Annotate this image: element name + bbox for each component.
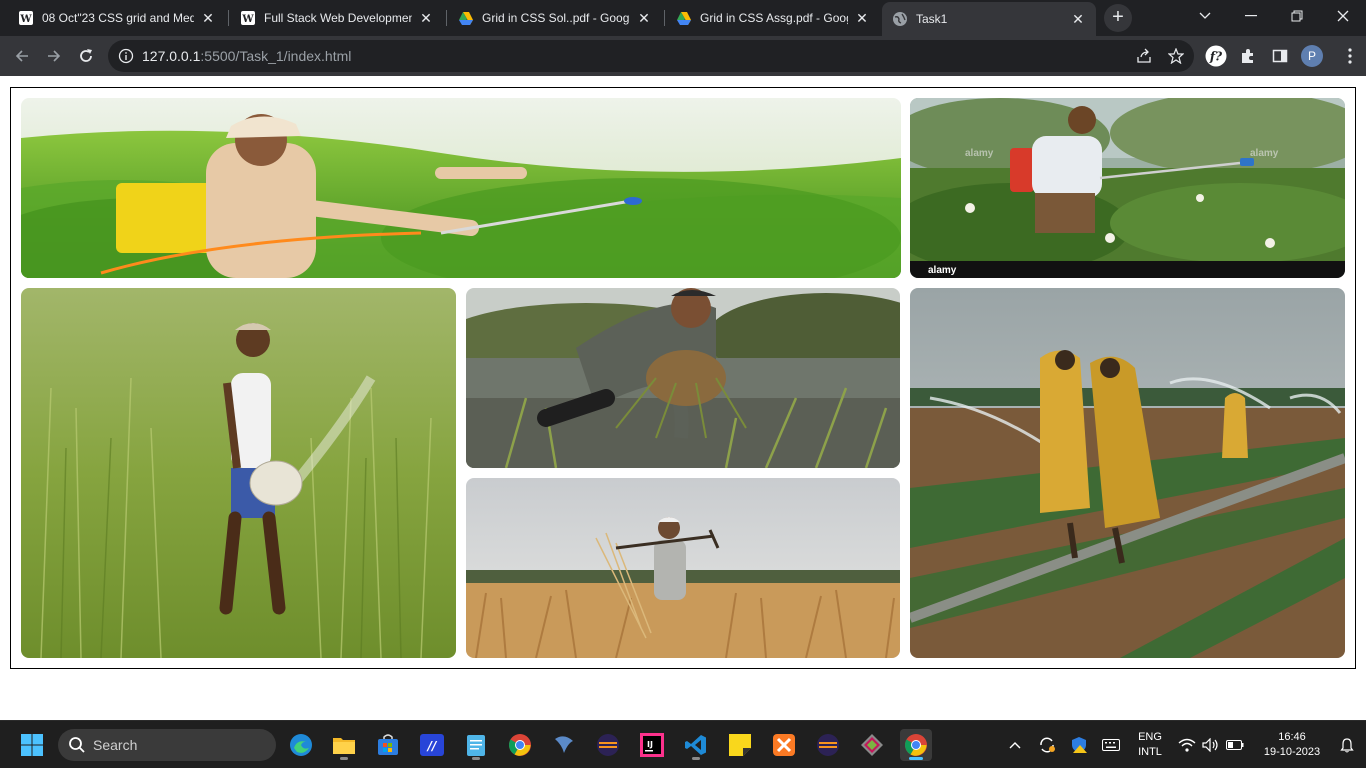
close-icon[interactable]: ✕	[200, 10, 216, 26]
watermark-text: alamy	[965, 148, 994, 159]
intellij-icon[interactable]: IJ	[636, 729, 668, 761]
edge-icon[interactable]	[285, 729, 317, 761]
tab-title: Task1	[916, 12, 948, 26]
sync-icon[interactable]	[1038, 736, 1056, 754]
watermark-text: alamy	[1250, 148, 1279, 159]
url-host: 127.0.0.1	[142, 48, 201, 64]
browser-toolbar: 127.0.0.1:5500/Task_1/index.html f? P	[0, 36, 1366, 76]
chrome-icon[interactable]	[504, 729, 536, 761]
extension-fonts-icon[interactable]: f?	[1204, 44, 1228, 68]
google-drive-icon	[676, 10, 692, 26]
close-icon[interactable]: ✕	[636, 10, 652, 26]
store-icon[interactable]	[372, 729, 404, 761]
reload-icon[interactable]	[72, 42, 100, 70]
back-arrow-icon[interactable]	[8, 42, 36, 70]
app-icon[interactable]: //	[416, 729, 448, 761]
tab-separator	[664, 10, 665, 26]
running-indicator	[472, 757, 480, 760]
share-icon[interactable]	[1136, 48, 1152, 64]
taskbar: Search // IJ ENG INTL 16:46 19-10-2023	[0, 720, 1366, 768]
watermark-text: alamy	[928, 265, 957, 276]
file-explorer-icon[interactable]	[328, 729, 360, 761]
wordpress-icon: W	[18, 10, 34, 26]
url-path: :5500/Task_1/index.html	[200, 48, 352, 64]
keyboard-icon[interactable]	[1102, 736, 1120, 754]
site-info-icon[interactable]	[118, 48, 134, 64]
tab-grid-solution-pdf[interactable]: Grid in CSS Sol..pdf - Google ✕	[448, 4, 662, 32]
gallery-image-irrigation-workers	[910, 288, 1345, 658]
xampp-icon[interactable]	[768, 729, 800, 761]
tab-separator	[446, 10, 447, 26]
app-icon[interactable]	[548, 729, 580, 761]
close-icon[interactable]: ✕	[854, 10, 870, 26]
running-indicator	[909, 757, 923, 760]
globe-icon	[892, 11, 908, 27]
close-icon[interactable]: ✕	[418, 10, 434, 26]
volume-icon[interactable]	[1202, 736, 1220, 754]
tab-css-grid-notes[interactable]: W 08 Oct"23 CSS grid and Med ✕	[8, 4, 226, 32]
close-window-icon[interactable]	[1320, 0, 1366, 32]
gallery-image-cotton-spraying: alamy alamy alamy	[910, 98, 1345, 278]
battery-icon[interactable]	[1226, 736, 1244, 754]
svg-text:IJ: IJ	[647, 740, 653, 749]
tab-separator	[228, 10, 229, 26]
eclipse-icon[interactable]	[812, 729, 844, 761]
wordpress-icon: W	[240, 10, 256, 26]
running-indicator	[692, 757, 700, 760]
svg-text://: //	[426, 739, 438, 753]
git-icon[interactable]	[856, 729, 888, 761]
notification-bell-icon[interactable]	[1338, 736, 1356, 754]
tab-strip: W 08 Oct"23 CSS grid and Med ✕ W Full St…	[0, 0, 1366, 36]
tab-title: Full Stack Web Development	[264, 11, 412, 25]
eclipse-icon[interactable]	[592, 729, 624, 761]
new-tab-button[interactable]: +	[1104, 4, 1132, 32]
gallery-image-farmer-spraying	[21, 98, 901, 278]
sticky-notes-icon[interactable]	[724, 729, 756, 761]
menu-kebab-icon[interactable]	[1338, 44, 1362, 68]
security-shield-icon[interactable]	[1070, 736, 1088, 754]
search-label: Search	[93, 737, 138, 753]
chrome-icon[interactable]	[900, 729, 932, 761]
gallery-image-rice-sowing	[21, 288, 456, 658]
language-indicator[interactable]: ENG INTL	[1132, 730, 1168, 760]
clock-time: 16:46	[1278, 731, 1306, 743]
tab-full-stack[interactable]: W Full Stack Web Development ✕	[230, 4, 444, 32]
forward-arrow-icon[interactable]	[40, 42, 68, 70]
gallery-container: alamy alamy alamy	[10, 87, 1356, 669]
running-indicator	[340, 757, 348, 760]
svg-text:f?: f?	[1209, 50, 1223, 64]
address-bar[interactable]: 127.0.0.1:5500/Task_1/index.html	[108, 40, 1194, 72]
tab-title: Grid in CSS Sol..pdf - Google	[482, 11, 630, 25]
restore-icon[interactable]	[1274, 0, 1320, 32]
svg-text:W: W	[19, 14, 32, 25]
tab-title: 08 Oct"23 CSS grid and Med	[42, 11, 194, 25]
gallery-image-planting-seedlings	[466, 288, 900, 468]
vscode-icon[interactable]	[680, 729, 712, 761]
url-text: 127.0.0.1:5500/Task_1/index.html	[142, 48, 351, 64]
clock-date: 19-10-2023	[1263, 746, 1321, 758]
profile-avatar[interactable]: P	[1301, 45, 1323, 67]
clock[interactable]: 16:46 19-10-2023	[1256, 730, 1328, 760]
search-icon	[68, 736, 86, 754]
wifi-icon[interactable]	[1178, 736, 1196, 754]
tab-search-chevron-icon[interactable]	[1182, 0, 1228, 32]
tab-task1[interactable]: Task1 ✕	[882, 2, 1096, 36]
side-panel-icon[interactable]	[1268, 44, 1292, 68]
layout-label: INTL	[1138, 746, 1162, 758]
close-icon[interactable]: ✕	[1070, 11, 1086, 27]
google-drive-icon	[458, 10, 474, 26]
extensions-puzzle-icon[interactable]	[1236, 44, 1260, 68]
bookmark-star-icon[interactable]	[1167, 47, 1185, 65]
svg-text:W: W	[241, 14, 254, 25]
tab-title: Grid in CSS Assg.pdf - Goog	[700, 11, 848, 25]
taskbar-search[interactable]: Search	[58, 729, 276, 761]
tab-grid-assignment-pdf[interactable]: Grid in CSS Assg.pdf - Goog ✕	[666, 4, 880, 32]
gallery-image-wheat-field	[466, 478, 900, 658]
language-label: ENG	[1138, 731, 1162, 743]
chevron-up-icon[interactable]	[1006, 736, 1024, 754]
notepad-icon[interactable]	[460, 729, 492, 761]
windows-start-icon[interactable]	[20, 733, 44, 757]
minimize-icon[interactable]	[1228, 0, 1274, 32]
